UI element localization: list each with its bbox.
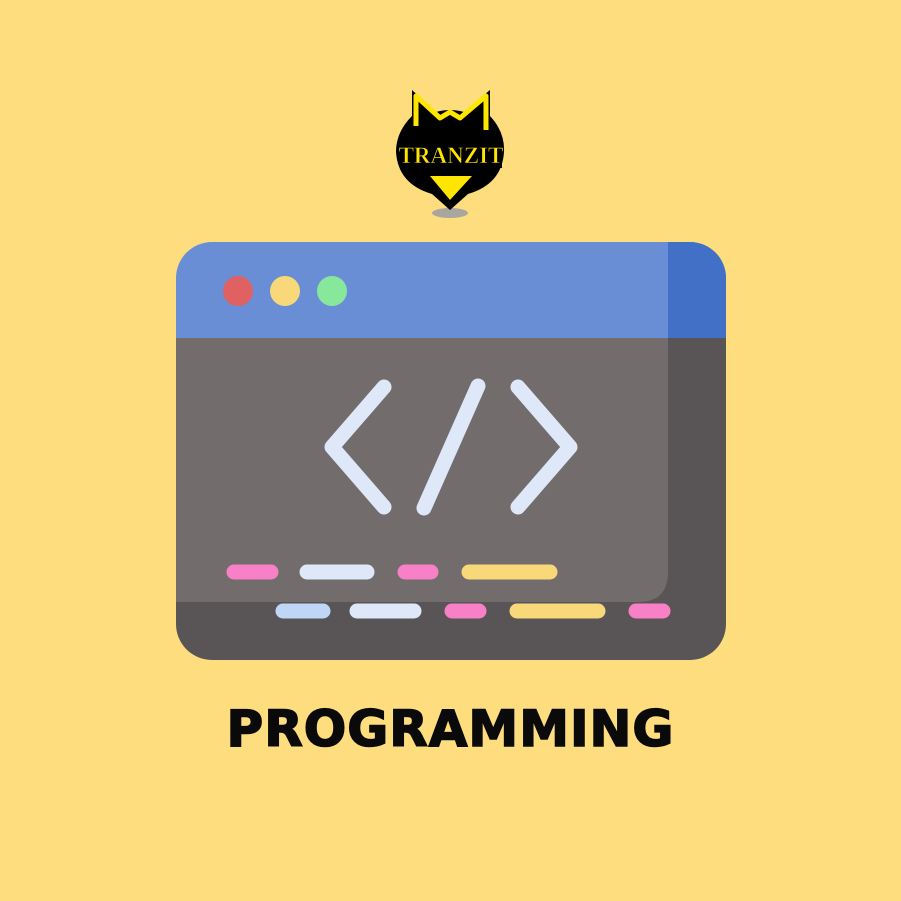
window-titlebar-edge — [668, 242, 726, 338]
page-title: PROGRAMMING — [226, 699, 675, 759]
minimize-dot-icon — [270, 276, 300, 306]
window-titlebar — [176, 242, 726, 338]
close-dot-icon — [223, 276, 253, 306]
tranzit-logo: TRANZIT — [396, 90, 505, 218]
code-window-illustration — [176, 242, 726, 660]
window-body — [176, 336, 668, 602]
logo-text: TRANZIT — [399, 143, 504, 168]
maximize-dot-icon — [317, 276, 347, 306]
